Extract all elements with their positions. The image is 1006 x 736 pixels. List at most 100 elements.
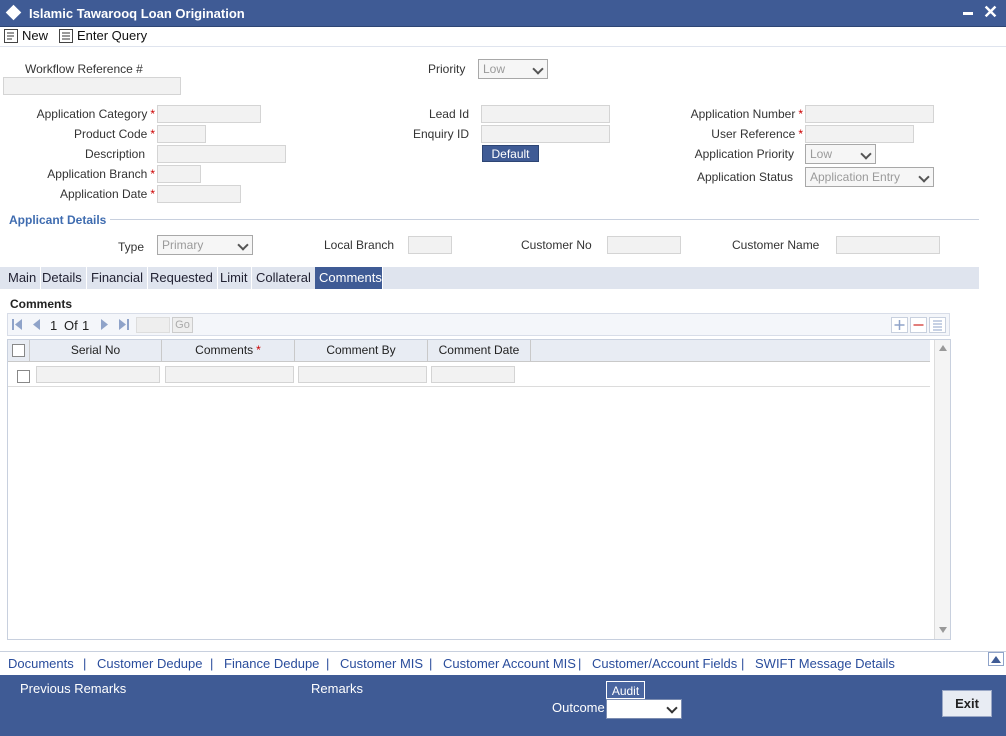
link-customer-account-fields[interactable]: Customer/Account Fields [592,656,737,671]
row-checkbox[interactable] [17,370,30,383]
new-button[interactable]: New [4,28,48,43]
chevron-down-icon [918,171,930,183]
select-all-cell [8,340,30,361]
link-swift-message-details[interactable]: SWIFT Message Details [755,656,895,671]
column-header-comment-by[interactable]: Comment By [295,340,428,361]
tab-financial[interactable]: Financial [87,267,149,289]
column-header-comments[interactable]: Comments * [162,340,295,361]
application-priority-select[interactable]: Low [805,144,876,164]
remarks-label[interactable]: Remarks [311,681,363,696]
type-label: Type [118,240,145,254]
previous-page-icon[interactable] [32,319,40,330]
new-label: New [22,28,49,43]
column-header-comment-date[interactable]: Comment Date [428,340,531,361]
tab-details[interactable]: Details [38,267,87,289]
lead-id-label: Lead Id [428,107,469,121]
lead-id-field[interactable] [481,105,610,123]
comment-by-cell[interactable] [298,366,427,383]
page-current: 1 [50,318,58,333]
add-row-icon[interactable] [891,317,908,333]
application-category-field[interactable] [157,105,261,123]
enter-query-button[interactable]: Enter Query [59,28,147,43]
application-priority-label: Application Priority [694,147,794,161]
tab-bar: Main Details Financial Requested Limit C… [0,267,979,289]
tab-collateral[interactable]: Collateral [252,267,316,289]
chevron-down-icon [237,239,249,251]
toolbar: New Enter Query [0,27,1006,47]
outcome-select[interactable] [606,699,682,719]
tab-limit[interactable]: Limit [216,267,253,289]
comments-grid: Serial No Comments * Comment By Comment D… [7,339,951,640]
grid-header: Serial No Comments * Comment By Comment D… [8,340,930,362]
description-label: Description [84,147,145,161]
application-date-label: Application Date * [59,187,155,201]
user-reference-label: User Reference * [711,127,803,141]
chevron-down-icon [860,148,872,160]
exit-button[interactable]: Exit [942,690,992,717]
link-customer-mis[interactable]: Customer MIS [340,656,423,671]
customer-no-field[interactable] [607,236,681,254]
enquiry-id-field[interactable] [481,125,610,143]
serial-no-cell[interactable] [36,366,160,383]
chevron-down-icon [532,63,544,75]
tab-main[interactable]: Main [4,267,42,289]
workflow-reference-field[interactable] [3,77,181,95]
go-button[interactable]: Go [172,317,193,333]
application-number-field[interactable] [805,105,934,123]
close-icon[interactable]: ✕ [983,2,998,22]
outcome-label: Outcome [552,700,605,715]
audit-button[interactable]: Audit [606,681,645,699]
query-icon [59,28,73,43]
customer-name-field[interactable] [836,236,940,254]
link-finance-dedupe[interactable]: Finance Dedupe [224,656,319,671]
select-all-checkbox[interactable] [12,344,25,357]
application-branch-field[interactable] [157,165,201,183]
local-branch-label: Local Branch [324,238,395,252]
row-details-icon[interactable] [929,317,946,333]
customer-no-label: Customer No [521,238,592,252]
page-total: 1 [82,318,90,333]
application-status-label: Application Status [696,170,793,184]
last-page-icon[interactable] [119,319,129,330]
local-branch-field[interactable] [408,236,452,254]
comment-date-cell[interactable] [431,366,515,383]
scroll-up-icon[interactable] [939,345,947,351]
user-reference-field[interactable] [805,125,914,143]
column-header-serial-no[interactable]: Serial No [30,340,162,361]
comments-title: Comments [10,297,73,311]
application-category-label: Application Category * [36,107,155,121]
tab-comments[interactable]: Comments [315,267,383,289]
link-separator: | [578,656,582,671]
application-date-field[interactable] [157,185,241,203]
page-number-input[interactable] [136,317,170,333]
application-number-label: Application Number * [690,107,803,121]
application-status-select[interactable]: Application Entry [805,167,934,187]
chevron-down-icon [666,702,678,714]
scroll-down-icon[interactable] [939,627,947,633]
first-page-icon[interactable] [12,319,22,330]
footer: Previous Remarks Remarks Audit Outcome E… [0,675,1006,736]
tab-requested[interactable]: Requested [146,267,218,289]
grid-scrollbar[interactable] [934,340,950,639]
workflow-reference-label: Workflow Reference # [25,62,143,76]
link-customer-account-mis[interactable]: Customer Account MIS [443,656,576,671]
customer-name-label: Customer Name [732,238,820,252]
collapse-icon[interactable] [988,652,1004,666]
product-code-field[interactable] [157,125,206,143]
default-button[interactable]: Default [482,145,539,162]
app-diamond-icon [5,4,22,21]
link-customer-dedupe[interactable]: Customer Dedupe [97,656,203,671]
delete-row-icon[interactable] [910,317,927,333]
priority-select[interactable]: Low [478,59,548,79]
previous-remarks-label[interactable]: Previous Remarks [20,681,126,696]
comments-cell[interactable] [165,366,294,383]
link-documents[interactable]: Documents [8,656,74,671]
description-field[interactable] [157,145,286,163]
next-page-icon[interactable] [101,319,109,330]
window-title: Islamic Tawarooq Loan Origination [29,6,245,21]
link-separator: | [210,656,214,671]
priority-label: Priority [428,62,466,76]
page-of-label: Of [64,318,78,333]
type-select[interactable]: Primary [157,235,253,255]
minimize-icon[interactable] [963,12,973,15]
